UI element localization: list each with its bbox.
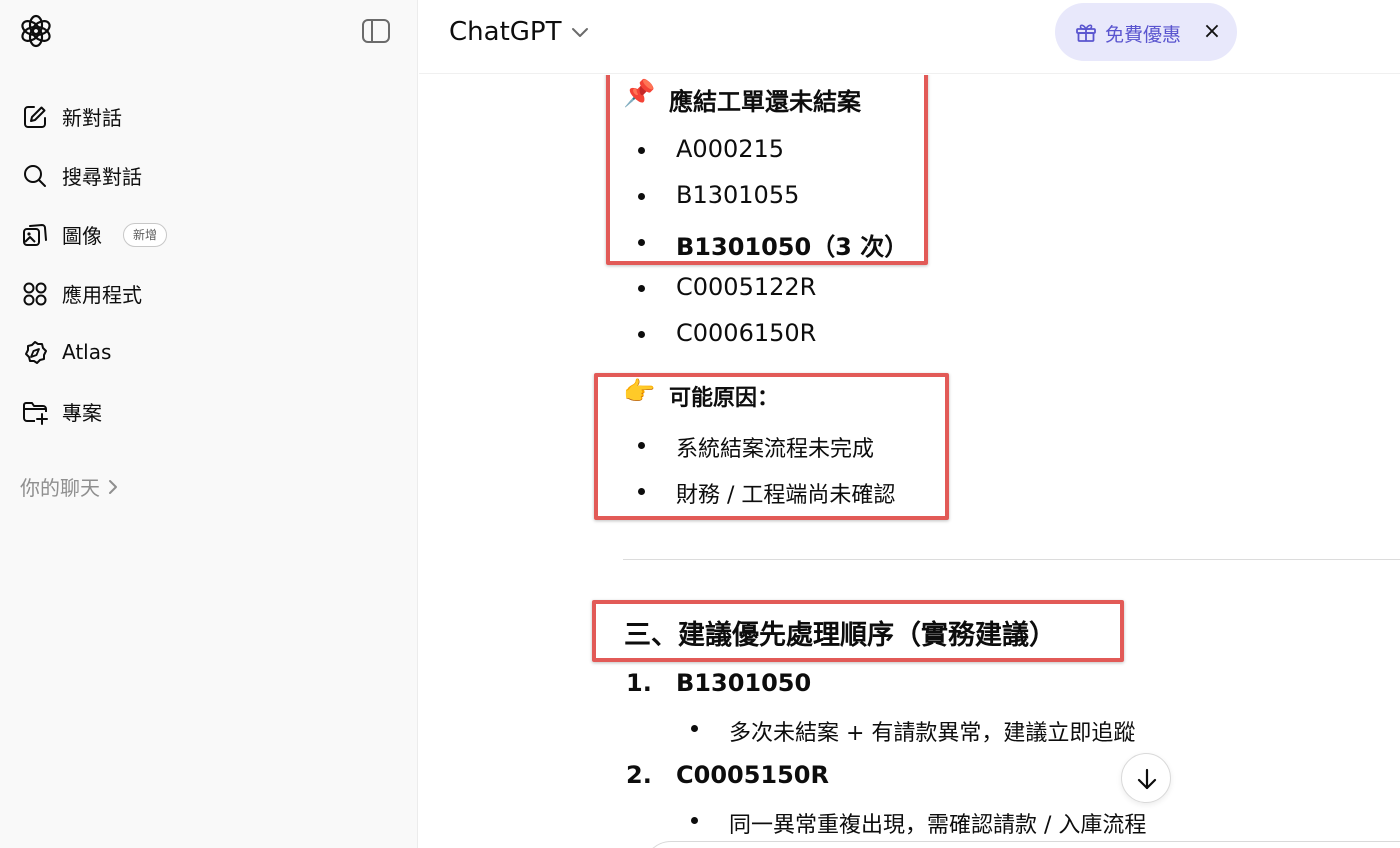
sidebar-item-label: 搜尋對話 [62,164,142,189]
bullet-icon [691,817,698,824]
priority-item-detail: 同一異常重複出現，需確認請款 / 入庫流程 [729,813,1147,838]
divider [623,559,1400,560]
image-icon [23,223,47,246]
sidebar-item-label: 應用程式 [62,282,142,307]
chevron-down-icon [572,28,589,37]
chat-response: 📌 應結工單還未結案 A000215 B1301055 B1301050（3 次… [419,75,1400,848]
top-bar: ChatGPT 免費優惠 × [419,0,1400,74]
gift-icon[interactable] [1075,21,1097,43]
sidebar-item-label: 專案 [62,400,102,425]
priority-item-detail: 多次未結案 + 有請款異常，建議立即追蹤 [729,721,1136,746]
your-chats-label: 你的聊天 [20,476,100,500]
model-selector[interactable]: ChatGPT [449,12,589,52]
highlight-box [606,75,928,265]
new-badge: 新增 [123,223,168,247]
list-number: 1. [626,669,652,697]
sidebar-item-search[interactable]: 搜尋對話 [8,151,410,199]
bullet-icon [638,285,645,292]
highlight-box [594,373,949,520]
chevron-right-icon [109,479,117,494]
list-number: 2. [626,761,652,789]
sidebar: 新對話 搜尋對話 圖像 新增 應用程式 Atlas 專案 你的聊天 [0,0,418,848]
search-icon [24,165,46,187]
sidebar-item-projects[interactable]: 專案 [8,387,410,435]
sidebar-item-atlas[interactable]: Atlas [8,328,410,376]
priority-item-title: B1301050 [676,669,812,697]
free-offer-banner: 免費優惠 × [1055,3,1237,61]
list-item: C0005122R [676,273,817,301]
sidebar-item-label: 圖像 [62,223,102,248]
atlas-compass-icon [25,341,47,364]
edit-icon [24,106,46,128]
arrow-down-icon [1137,768,1157,790]
sidebar-item-apps[interactable]: 應用程式 [8,269,410,317]
free-offer-link[interactable]: 免費優惠 [1105,20,1181,47]
scroll-to-bottom-button[interactable] [1121,753,1171,803]
message-composer[interactable] [643,841,1400,848]
your-chats-section[interactable]: 你的聊天 [20,472,118,501]
bullet-icon [638,331,645,338]
sidebar-item-images[interactable]: 圖像 新增 [8,210,410,258]
apps-grid-icon [23,282,47,306]
folder-plus-icon [23,402,48,425]
priority-item-title: C0005150R [676,761,829,789]
close-icon[interactable]: × [1201,20,1223,44]
sidebar-item-label: 新對話 [62,105,122,130]
sidebar-item-new-chat[interactable]: 新對話 [8,92,410,140]
sidebar-item-label: Atlas [62,340,112,364]
highlight-box [592,600,1124,662]
openai-logo-icon[interactable] [18,13,54,49]
list-item: C0006150R [676,319,817,347]
model-label: ChatGPT [449,17,562,47]
sidebar-toggle-icon[interactable] [361,18,391,44]
bullet-icon [691,725,698,732]
